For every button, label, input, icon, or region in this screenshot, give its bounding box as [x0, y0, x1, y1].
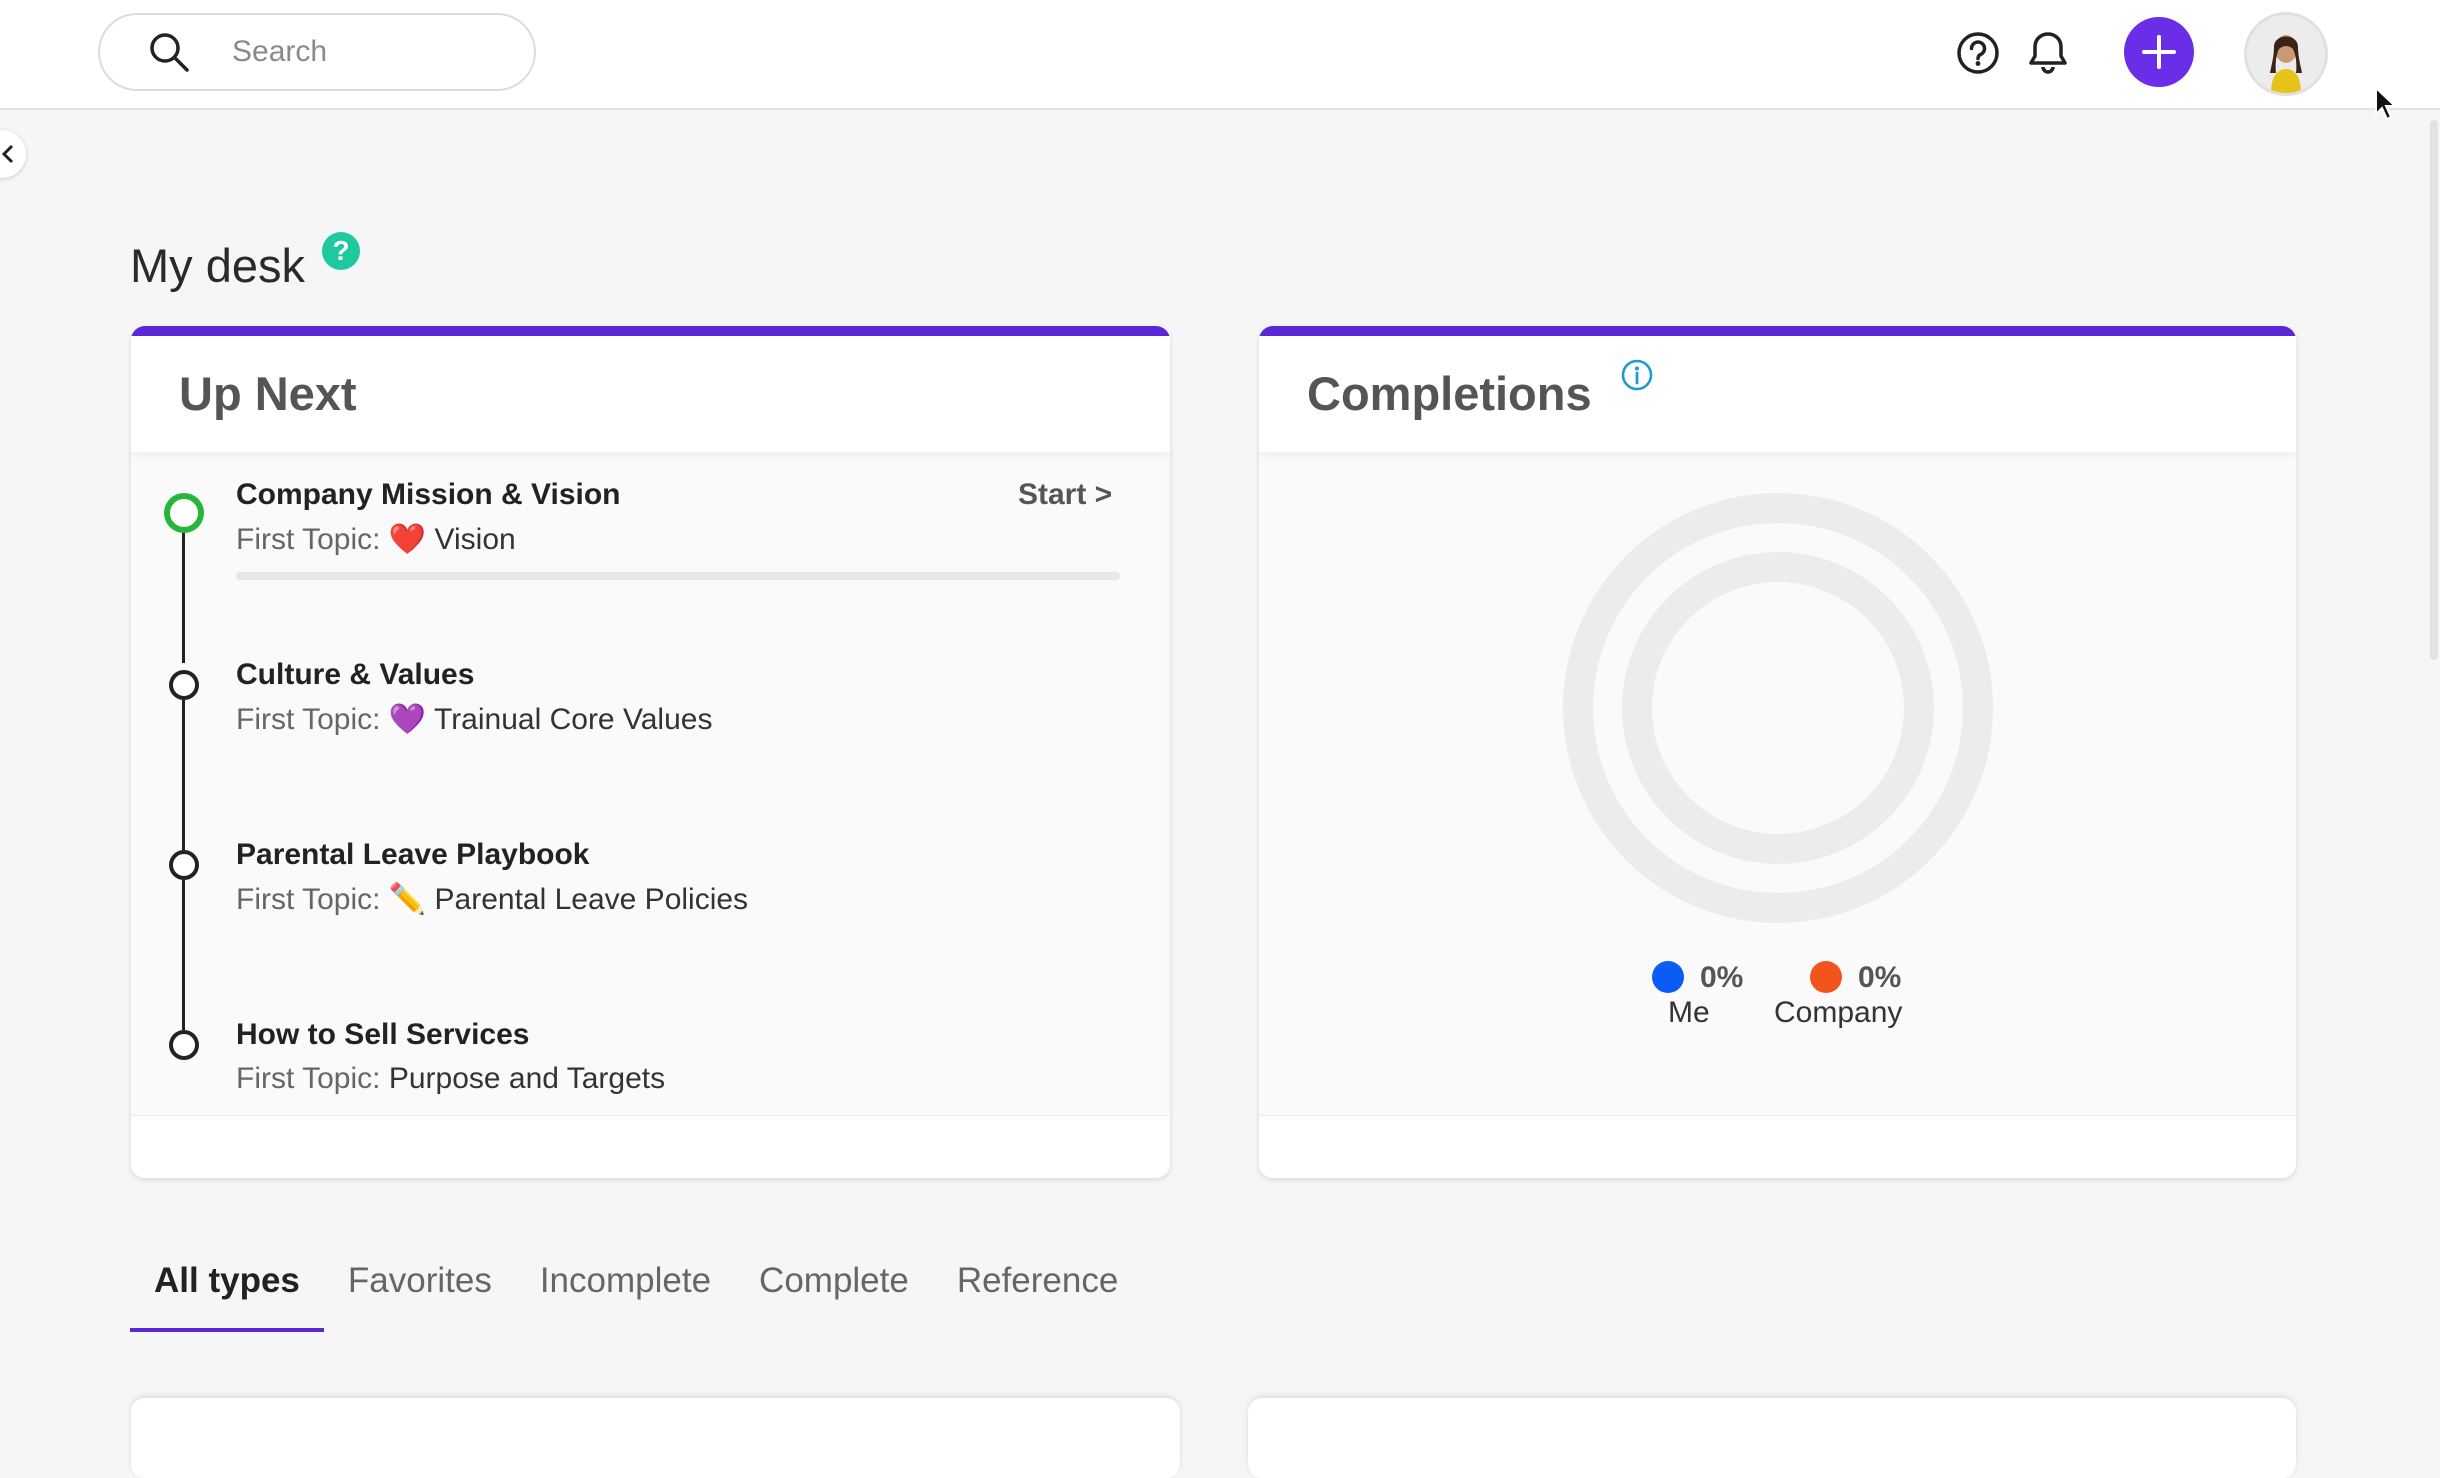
tab-reference[interactable]: Reference	[933, 1256, 1142, 1332]
page-title: My desk	[130, 239, 305, 292]
search-icon	[150, 33, 189, 72]
legend-label-company: Company	[1774, 996, 1903, 1029]
plus-icon	[2142, 35, 2176, 69]
legend-dot-company	[1810, 961, 1842, 993]
legend-value-me: 0%	[1700, 961, 1744, 994]
up-next-item-topic: First Topic: 💜 Trainual Core Values	[236, 703, 713, 736]
topic-emoji: ❤️	[388, 523, 427, 556]
timeline-connector	[182, 700, 185, 850]
completions-donut-chart	[1563, 493, 1993, 923]
tab-favorites[interactable]: Favorites	[324, 1256, 516, 1332]
legend-value-company: 0%	[1858, 961, 1902, 994]
timeline-node	[169, 670, 199, 700]
timeline-connector	[182, 531, 185, 663]
card-footer	[1259, 1115, 2296, 1178]
bell-icon[interactable]	[2025, 30, 2071, 76]
legend-label-me: Me	[1668, 996, 1710, 1029]
sidebar-collapse-button[interactable]	[0, 130, 26, 178]
content-card[interactable]	[131, 1398, 1180, 1478]
content-card[interactable]	[1248, 1398, 2296, 1478]
card-accent-bar	[1259, 326, 2296, 336]
mouse-cursor-icon	[2375, 86, 2398, 121]
tab-incomplete[interactable]: Incomplete	[516, 1256, 735, 1332]
up-next-item-title[interactable]: Company Mission & Vision	[236, 478, 621, 512]
me-ring-track	[1622, 552, 1934, 864]
tab-complete[interactable]: Complete	[735, 1256, 933, 1332]
card-header: Completions	[1259, 336, 2296, 452]
card-footer	[131, 1115, 1170, 1178]
up-next-item-title[interactable]: Parental Leave Playbook	[236, 838, 590, 872]
card-title: Up Next	[179, 367, 357, 420]
up-next-item-topic: First Topic: ❤️ Vision	[236, 523, 516, 556]
start-button[interactable]: Start >	[1018, 478, 1112, 512]
filter-tabs: All types Favorites Incomplete Complete …	[130, 1256, 1142, 1332]
avatar[interactable]	[2244, 12, 2328, 96]
up-next-item-title[interactable]: Culture & Values	[236, 658, 474, 692]
up-next-item-topic: First Topic: Purpose and Targets	[236, 1062, 666, 1095]
help-icon[interactable]	[1955, 30, 2001, 76]
card-accent-bar	[131, 326, 1170, 336]
search-input[interactable]	[230, 34, 484, 70]
timeline-connector	[182, 880, 185, 1030]
user-photo-icon	[2247, 15, 2325, 93]
search-box[interactable]	[98, 13, 536, 91]
legend-dot-me	[1652, 961, 1684, 993]
chevron-left-icon	[1, 144, 14, 164]
timeline-node	[169, 1030, 199, 1060]
scrollbar[interactable]	[2430, 120, 2438, 660]
add-button[interactable]	[2124, 17, 2194, 87]
timeline-node-active	[164, 493, 204, 533]
card-header: Up Next	[131, 336, 1170, 452]
help-badge-icon[interactable]: ?	[322, 232, 360, 270]
up-next-item-topic: First Topic: ✏️ Parental Leave Policies	[236, 883, 749, 916]
card-title: Completions	[1307, 367, 1592, 420]
up-next-item-title[interactable]: How to Sell Services	[236, 1018, 529, 1052]
top-bar	[0, 0, 2440, 110]
topic-emoji: 💜	[388, 703, 427, 736]
tab-all-types[interactable]: All types	[130, 1256, 324, 1332]
course-progress-bar	[236, 572, 1120, 580]
info-icon[interactable]	[1620, 358, 1654, 392]
topic-emoji: ✏️	[388, 883, 427, 916]
timeline-node	[169, 850, 199, 880]
